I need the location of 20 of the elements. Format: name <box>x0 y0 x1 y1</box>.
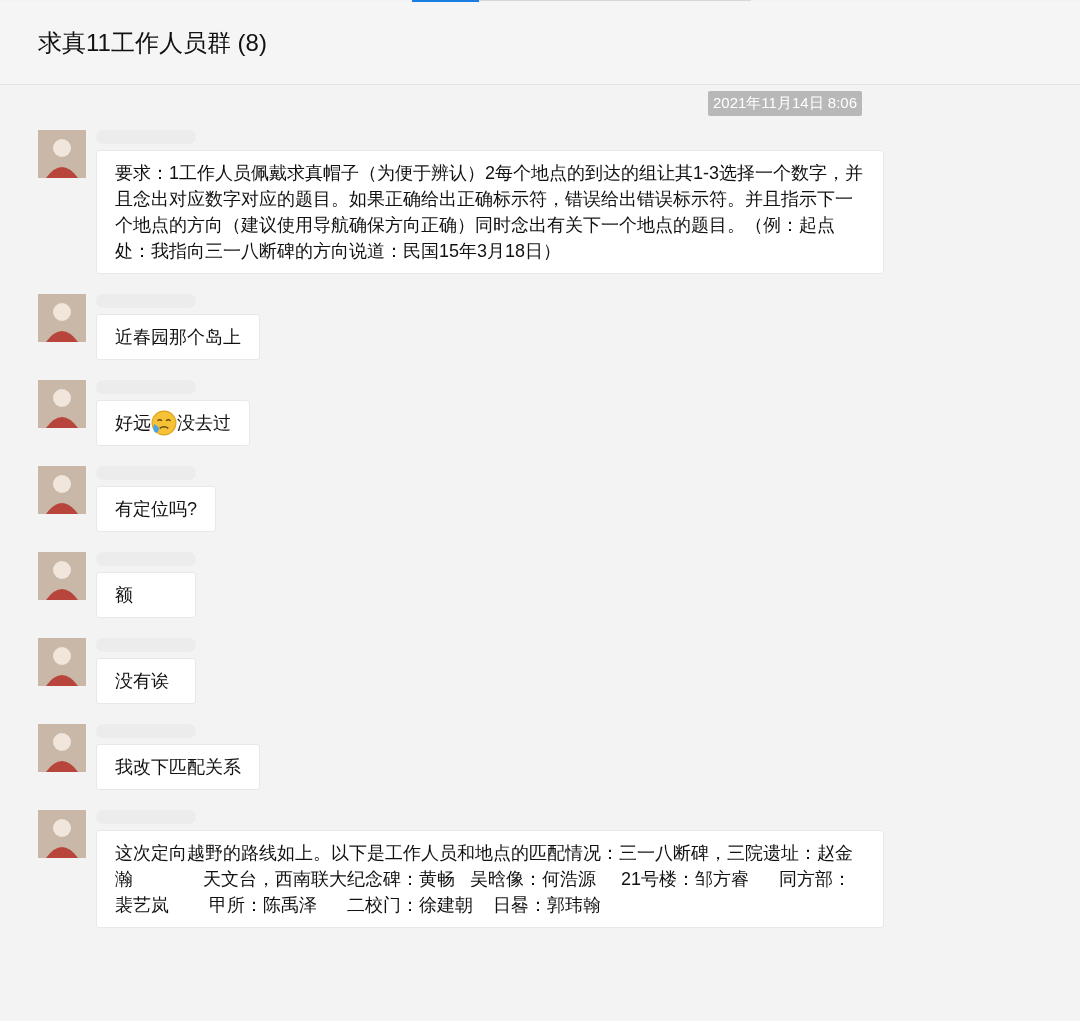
timestamp: 2021年11月14日 8:06 <box>708 91 862 116</box>
avatar[interactable] <box>38 552 86 600</box>
avatar[interactable] <box>38 638 86 686</box>
avatar[interactable] <box>38 130 86 178</box>
message-bubble: 我改下匹配关系 <box>96 744 260 790</box>
avatar[interactable] <box>38 294 86 342</box>
message-bubble: 近春园那个岛上 <box>96 314 260 360</box>
avatar[interactable] <box>38 466 86 514</box>
avatar[interactable] <box>38 810 86 858</box>
avatar[interactable] <box>38 380 86 428</box>
message-bubble: 有定位吗? <box>96 486 216 532</box>
avatar[interactable] <box>38 724 86 772</box>
message-bubble: 要求：1工作人员佩戴求真帽子（为便于辨认）2每个地点的到达的组让其1-3选择一个数字，并且念出对应数字对应的题目。如果正确给出正确标示符，错误给出错误标示符。并且指示下一个地点的方向（建议使用导航确保方向正确）同时念出有关下一个地点的题目。（例：起点处：我指向三一八断碑的方向说道：民国15年3月18日） <box>96 150 884 274</box>
message-bubble: 额 <box>96 572 196 618</box>
chat-title: 求真11工作人员群 (8) <box>38 28 267 58</box>
emoji-icon <box>151 410 177 436</box>
tab-indicator <box>412 0 479 2</box>
message-bubble: 好远 没去过 <box>96 400 250 446</box>
message-bubble: 这次定向越野的路线如上。以下是工作人员和地点的匹配情况：三一八断碑，三院遗址：赵金瀚 天文台，西南联大纪念碑：黄畅 吴晗像：何浩源 21号楼：邹方睿 同方部：裴艺岚 甲所：陈禹泽 二校门：徐建朝 日晷：郭玮翰 <box>96 830 884 928</box>
message-bubble: 没有诶 <box>96 658 196 704</box>
